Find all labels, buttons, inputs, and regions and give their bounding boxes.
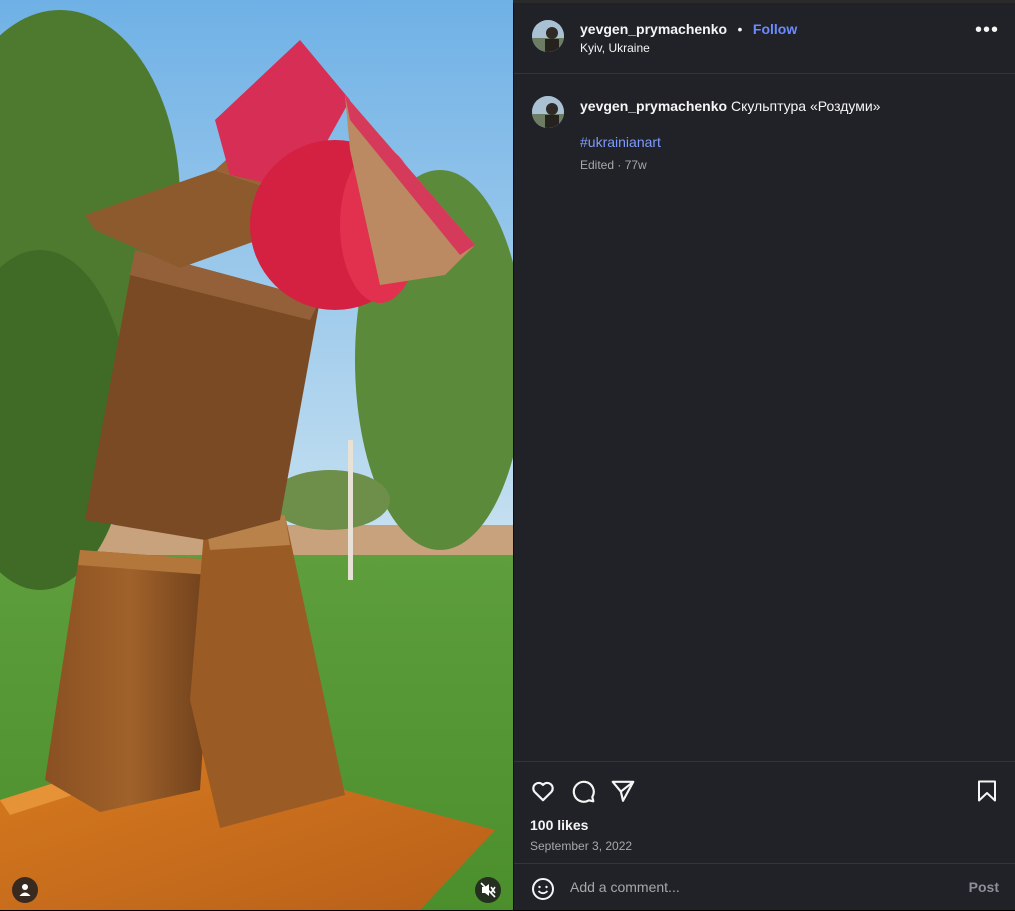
avatar-image [532,20,564,52]
avatar[interactable] [532,20,564,52]
sculpture-photo [0,0,513,910]
emoji-icon[interactable] [531,877,555,901]
avatar-image [532,96,564,128]
comment-bar: Post [514,863,1015,911]
username-link[interactable]: yevgen_prymachenko [580,21,727,37]
more-options-icon[interactable]: ••• [975,20,999,40]
tagged-users-button[interactable] [12,877,38,903]
post-comment-button[interactable]: Post [969,879,999,895]
caption-meta: Edited · 77w [580,158,647,172]
likes-count[interactable]: 100 likes [530,817,588,833]
separator-dot: • [737,21,743,37]
caption-username[interactable]: yevgen_prymachenko [580,98,727,114]
post-header: yevgen_prymachenko • Follow Kyiv, Ukrain… [514,3,1015,74]
hashtag-link[interactable]: #ukrainianart [580,134,661,150]
post-media[interactable] [0,0,513,910]
muted-speaker-icon [480,882,496,898]
comment-input[interactable] [570,879,910,895]
post-date[interactable]: September 3, 2022 [530,839,632,853]
send-icon[interactable] [610,778,636,804]
caption-avatar[interactable] [532,96,564,128]
location-link[interactable]: Kyiv, Ukraine [580,41,650,55]
follow-button[interactable]: Follow [753,21,797,37]
bookmark-icon[interactable] [975,778,999,804]
heart-icon[interactable] [530,778,556,804]
post-details-panel: yevgen_prymachenko • Follow Kyiv, Ukrain… [513,3,1015,910]
user-tag-icon [19,884,31,896]
action-bar: 100 likes September 3, 2022 [514,761,1015,872]
instagram-post-view: yevgen_prymachenko • Follow Kyiv, Ukrain… [0,0,1015,910]
comment-icon[interactable] [570,778,596,804]
mute-button[interactable] [475,877,501,903]
caption: yevgen_prymachenko Скульптура «Роздуми» [580,97,990,115]
header-line: yevgen_prymachenko • Follow [580,21,797,39]
caption-text: Скульптура «Роздуми» [730,98,881,114]
